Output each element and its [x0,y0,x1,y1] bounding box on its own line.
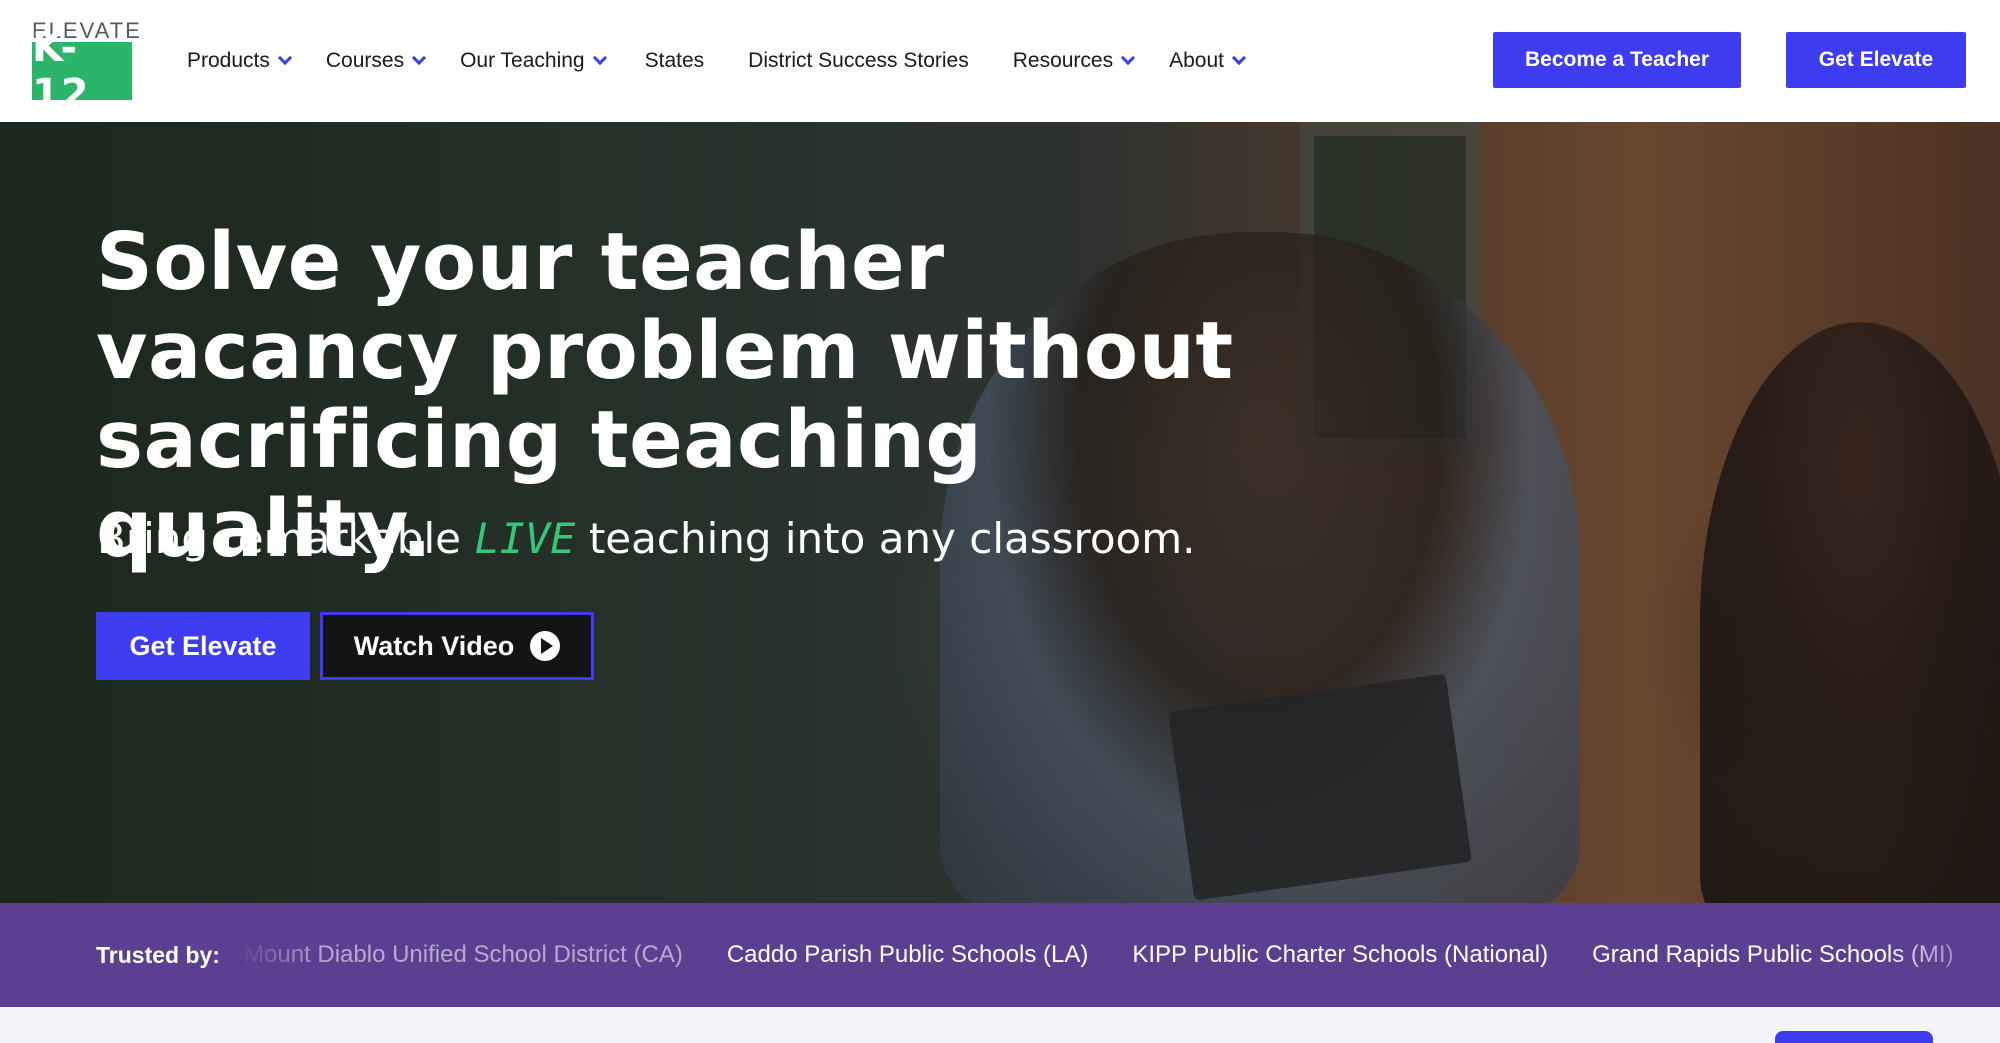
watch-video-label: Watch Video [353,630,515,661]
next-section-button[interactable] [1775,1031,1933,1043]
trusted-item: KIPP Public Charter Schools (National) [1132,941,1549,968]
nav-item-label: Our Teaching [460,49,585,72]
get-elevate-hero-button[interactable]: Get Elevate [96,612,310,680]
trusted-by-strip: Trusted by: Mount Diablo Unified School … [0,903,2000,1007]
hero-subtitle: Bring remarkable LIVE teaching into any … [97,514,1196,563]
trusted-fade-left [236,903,326,1007]
chevron-down-icon [412,50,427,66]
watch-video-button[interactable]: Watch Video [320,612,594,680]
main-nav: Products Courses Our Teaching States Dis… [187,0,1247,122]
hero-subtitle-after: teaching into any classroom. [575,514,1196,563]
nav-item-label: Products [187,49,270,72]
chevron-down-icon [1121,50,1136,66]
nav-item-our-teaching[interactable]: Our Teaching [460,49,607,73]
trusted-fade-right [1880,903,2000,1007]
nav-item-courses[interactable]: Courses [325,49,427,73]
hero-subtitle-before: Bring remarkable [97,514,475,563]
nav-item-label: Resources [1012,49,1114,72]
play-circle-icon [530,631,561,661]
nav-item-label: About [1169,49,1224,72]
hero-subtitle-live: LIVE [474,514,576,563]
trusted-by-list: Mount Diablo Unified School District (CA… [244,941,2000,969]
nav-item-district-success-stories[interactable]: District Success Stories [748,49,969,73]
nav-item-resources[interactable]: Resources [1012,49,1136,73]
chevron-down-icon [1231,50,1247,66]
logo-mark: K-12 [32,25,132,117]
chevron-down-icon [277,50,292,66]
nav-item-products[interactable]: Products [187,49,292,73]
site-header: ELEVATE K-12 Products Courses Our Teachi… [0,0,2000,122]
elevate-k12-logo[interactable]: ELEVATE K-12 [32,20,140,117]
trusted-item: Caddo Parish Public Schools (LA) [726,941,1089,968]
next-section [0,1007,2000,1043]
hero-section: Solve your teacher vacancy problem witho… [0,122,2000,903]
nav-item-label: District Success Stories [748,49,969,72]
nav-item-states[interactable]: States [645,49,705,73]
trusted-by-label: Trusted by: [96,941,220,968]
become-a-teacher-button[interactable]: Become a Teacher [1493,32,1741,88]
get-elevate-header-button[interactable]: Get Elevate [1786,32,1966,88]
nav-item-about[interactable]: About [1169,49,1247,73]
nav-item-label: States [644,49,705,72]
chevron-down-icon [592,50,607,66]
nav-item-label: Courses [325,49,405,72]
